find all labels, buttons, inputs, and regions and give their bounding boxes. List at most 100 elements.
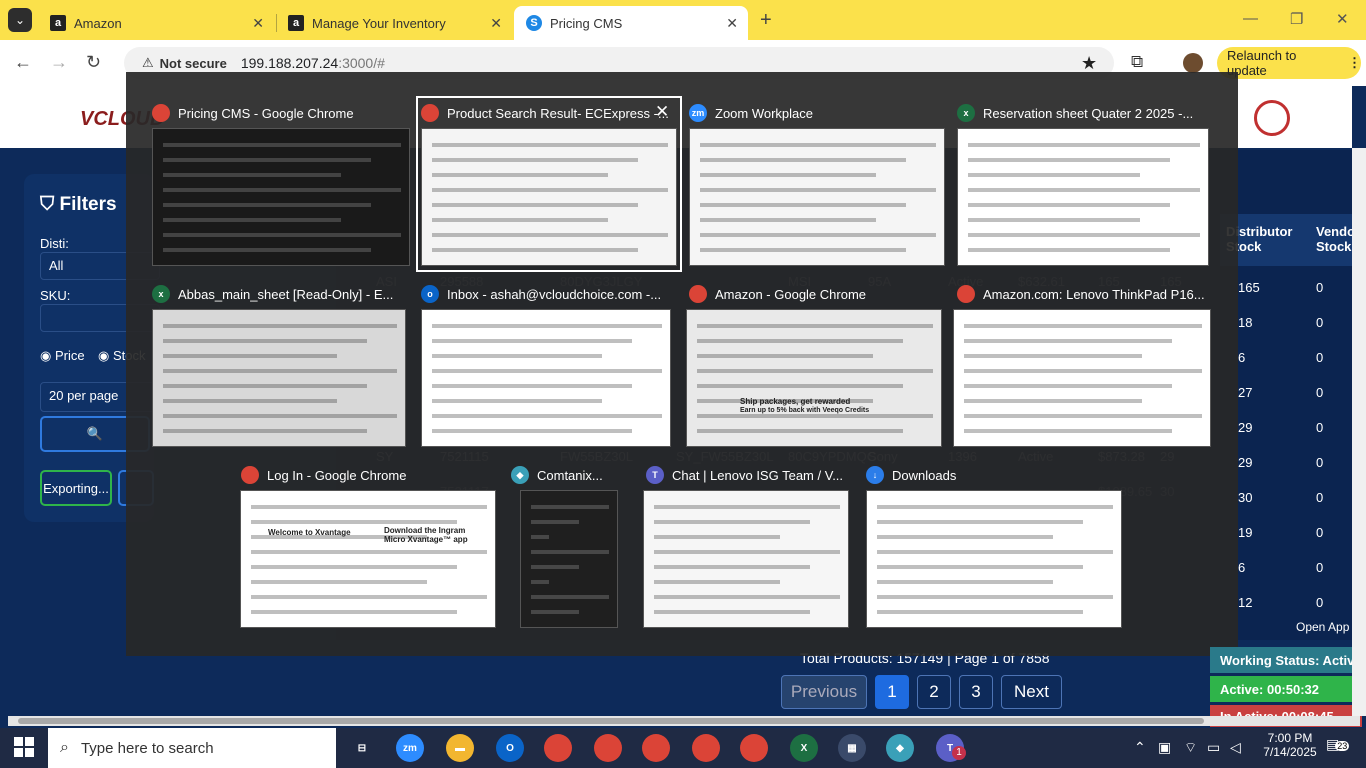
tab-manage-inventory[interactable]: a Manage Your Inventory ✕ xyxy=(276,6,512,40)
window-title-5[interactable]: o Inbox - ashah@vcloudchoice.com -... xyxy=(421,285,661,303)
thumbnail-content xyxy=(697,369,933,373)
tab-title: Amazon xyxy=(74,15,122,31)
thumbnail-content xyxy=(968,248,1170,252)
new-tab-button[interactable]: + xyxy=(760,9,772,32)
close-window-icon[interactable]: ✕ xyxy=(1336,10,1349,28)
window-thumbnail-0[interactable] xyxy=(152,128,410,266)
thumbnail-content xyxy=(432,399,602,403)
volume-icon[interactable]: ◁ xyxy=(1230,739,1241,756)
window-title-3[interactable]: x Reservation sheet Quater 2 2025 -... xyxy=(957,104,1193,122)
tab-amazon[interactable]: a Amazon ✕ xyxy=(38,6,274,40)
close-icon[interactable]: ✕ xyxy=(655,102,669,122)
amazon-icon: a xyxy=(50,15,66,31)
window-title-label: Reservation sheet Quater 2 2025 -... xyxy=(983,105,1194,121)
thumbnail-content xyxy=(877,565,1083,569)
zoom-icon: zm xyxy=(689,104,707,122)
scroll-thumb[interactable] xyxy=(18,718,1204,724)
col-vendor-stock: Vendor Stock xyxy=(1310,214,1360,266)
exporting-button[interactable]: Exporting... xyxy=(40,470,112,506)
vendor-stock-cell: 0 xyxy=(1316,525,1324,540)
window-thumbnail-3[interactable] xyxy=(957,128,1209,266)
tray-chevron-icon[interactable]: ⌃ xyxy=(1134,739,1146,756)
meet-now-icon[interactable]: ▣ xyxy=(1158,739,1171,756)
thumbnail-content xyxy=(654,580,780,584)
wifi-icon[interactable]: ⌔ xyxy=(1184,739,1197,757)
window-thumbnail-5[interactable] xyxy=(421,309,671,447)
windows-start-icon[interactable] xyxy=(14,737,34,757)
chrome-icon[interactable] xyxy=(740,734,768,762)
thumbnail-content xyxy=(531,595,609,599)
excel-icon[interactable]: X xyxy=(790,734,818,762)
user-icon[interactable] xyxy=(1254,100,1290,136)
notification-icon[interactable]: ▤23 xyxy=(1326,736,1350,753)
tab-search-button[interactable]: ⌄ xyxy=(8,8,32,32)
window-title-8[interactable]: Log In - Google Chrome xyxy=(241,466,406,484)
zoom-icon[interactable]: zm xyxy=(396,734,424,762)
window-title-7[interactable]: Amazon.com: Lenovo ThinkPad P16... xyxy=(957,285,1205,303)
thumbnail-content xyxy=(654,565,810,569)
back-icon[interactable]: ← xyxy=(14,52,32,73)
thumbnail-content xyxy=(432,339,632,343)
security-label[interactable]: Not secure xyxy=(160,56,227,71)
window-title-0[interactable]: Pricing CMS - Google Chrome xyxy=(152,104,354,122)
window-thumbnail-9[interactable] xyxy=(520,490,618,628)
horizontal-scrollbar[interactable] xyxy=(8,716,1360,726)
thumbnail-content xyxy=(964,414,1202,418)
outlook-icon[interactable]: O xyxy=(496,734,524,762)
previous-button[interactable]: Previous xyxy=(781,675,867,709)
thumbnail-content xyxy=(700,203,906,207)
relaunch-button[interactable]: Relaunch to update ⋮ xyxy=(1217,47,1361,79)
file-explorer-icon[interactable]: ▬ xyxy=(446,734,474,762)
radio-price[interactable]: ◉ Price xyxy=(40,348,85,364)
network-icon[interactable]: ▭ xyxy=(1207,739,1220,756)
minimize-icon[interactable]: — xyxy=(1243,10,1258,27)
chrome-icon[interactable] xyxy=(692,734,720,762)
app-icon[interactable]: ◆ xyxy=(886,734,914,762)
thumbnail-content xyxy=(968,158,1170,162)
window-title-2[interactable]: zm Zoom Workplace xyxy=(689,104,813,122)
calculator-icon[interactable]: ▦ xyxy=(838,734,866,762)
window-thumbnail-11[interactable] xyxy=(866,490,1122,628)
window-title-9[interactable]: ◆ Comtanix... xyxy=(511,466,603,484)
thumbnail-content xyxy=(432,369,662,373)
window-thumbnail-6[interactable] xyxy=(686,309,942,447)
thumbnail-content xyxy=(700,233,936,237)
thumbnail-content xyxy=(251,565,457,569)
window-title-11[interactable]: ↓ Downloads xyxy=(866,466,956,484)
thumbnail-content xyxy=(251,580,427,584)
window-thumbnail-7[interactable] xyxy=(953,309,1211,447)
tab-pricing-cms[interactable]: S Pricing CMS ✕ xyxy=(514,6,748,40)
distributor-stock-cell: 165 xyxy=(1238,280,1260,295)
chrome-icon[interactable] xyxy=(642,734,670,762)
profile-avatar[interactable] xyxy=(1183,53,1203,73)
extensions-icon[interactable]: ⧉ xyxy=(1131,52,1143,72)
vertical-scrollbar[interactable] xyxy=(1352,148,1366,716)
window-thumbnail-8[interactable] xyxy=(240,490,496,628)
window-title-4[interactable]: x Abbas_main_sheet [Read-Only] - E... xyxy=(152,285,393,303)
close-icon[interactable]: ✕ xyxy=(726,15,738,32)
taskbar-search[interactable]: ⌕ Type here to search xyxy=(48,728,336,768)
window-thumbnail-4[interactable] xyxy=(152,309,406,447)
close-icon[interactable]: ✕ xyxy=(252,15,264,32)
close-icon[interactable]: ✕ xyxy=(490,15,502,32)
window-thumbnail-10[interactable] xyxy=(643,490,849,628)
window-title-6[interactable]: Amazon - Google Chrome xyxy=(689,285,866,303)
task-view-icon[interactable]: ⊟ xyxy=(348,734,376,762)
chrome-icon xyxy=(689,285,707,303)
thumbnail-content xyxy=(697,429,903,433)
maximize-icon[interactable]: ❐ xyxy=(1290,10,1303,28)
reload-icon[interactable]: ↻ xyxy=(86,52,101,73)
bookmark-star-icon[interactable]: ★ xyxy=(1081,53,1097,74)
page-3-button[interactable]: 3 xyxy=(959,675,993,709)
page-1-button[interactable]: 1 xyxy=(875,675,909,709)
chrome-icon[interactable] xyxy=(544,734,572,762)
clock[interactable]: 7:00 PM 7/14/2025 xyxy=(1258,731,1322,759)
next-button[interactable]: Next xyxy=(1001,675,1062,709)
forward-icon[interactable]: → xyxy=(50,52,68,73)
thumbnail-content xyxy=(163,324,397,328)
window-thumbnail-2[interactable] xyxy=(689,128,945,266)
page-2-button[interactable]: 2 xyxy=(917,675,951,709)
window-title-10[interactable]: T Chat | Lenovo ISG Team / V... xyxy=(646,466,843,484)
active-timer: Active: 00:50:32 xyxy=(1210,676,1362,702)
chrome-icon[interactable] xyxy=(594,734,622,762)
